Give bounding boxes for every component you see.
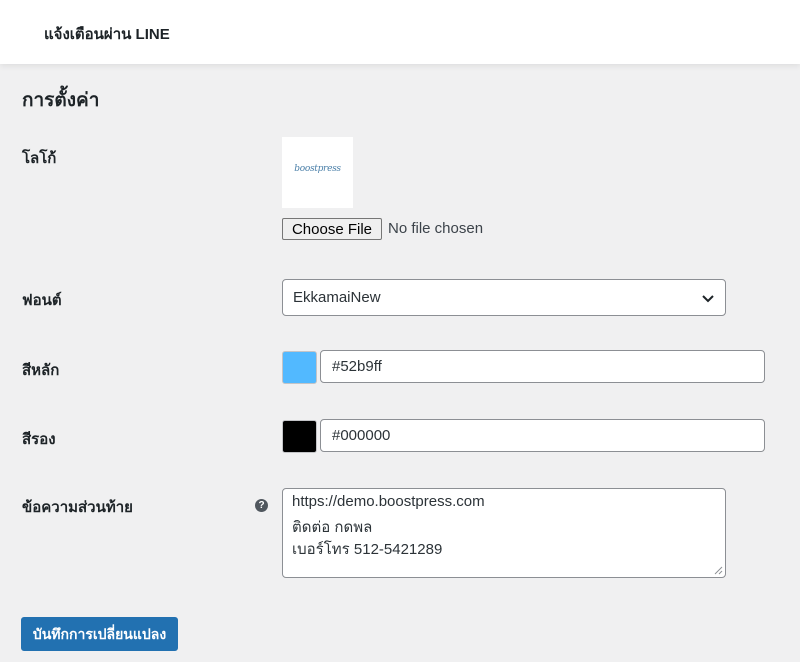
footer-text-label: ข้อความส่วนท้าย (22, 499, 133, 516)
font-select-value: EkkamaiNew (293, 289, 381, 306)
font-label: ฟอนต์ (22, 292, 62, 309)
save-changes-button[interactable]: บันทึกการเปลี่ยนแปลง (21, 617, 178, 651)
file-status-text: No file chosen (388, 220, 484, 237)
font-select[interactable]: EkkamaiNew (282, 279, 726, 316)
secondary-color-label: สีรอง (22, 431, 56, 448)
secondary-color-value: #000000 (332, 427, 391, 444)
resize-handle-icon[interactable] (713, 565, 723, 575)
secondary-color-input[interactable]: #000000 (320, 419, 765, 452)
help-icon[interactable]: ? (255, 499, 268, 512)
primary-color-label: สีหลัก (22, 362, 60, 379)
secondary-color-swatch[interactable] (282, 420, 317, 453)
logo-label: โลโก้ (22, 150, 57, 167)
top-bar: แจ้งเตือนผ่าน LINE (0, 0, 800, 64)
logo-image-text: boostpress (294, 164, 341, 174)
chevron-down-icon (702, 295, 714, 303)
settings-heading: การตั้งค่า (22, 90, 100, 111)
choose-file-button[interactable]: Choose File (282, 218, 382, 240)
logo-preview: boostpress (282, 137, 353, 208)
footer-line: ติดต่อ กดพล (292, 519, 373, 536)
primary-color-value: #52b9ff (332, 358, 382, 375)
footer-line: เบอร์โทร 512-5421289 (292, 541, 443, 558)
page-title: แจ้งเตือนผ่าน LINE (44, 26, 170, 43)
footer-line: https://demo.boostpress.com (292, 493, 485, 510)
footer-text-textarea[interactable]: https://demo.boostpress.com ติดต่อ กดพล … (282, 488, 726, 578)
primary-color-input[interactable]: #52b9ff (320, 350, 765, 383)
primary-color-swatch[interactable] (282, 351, 317, 384)
